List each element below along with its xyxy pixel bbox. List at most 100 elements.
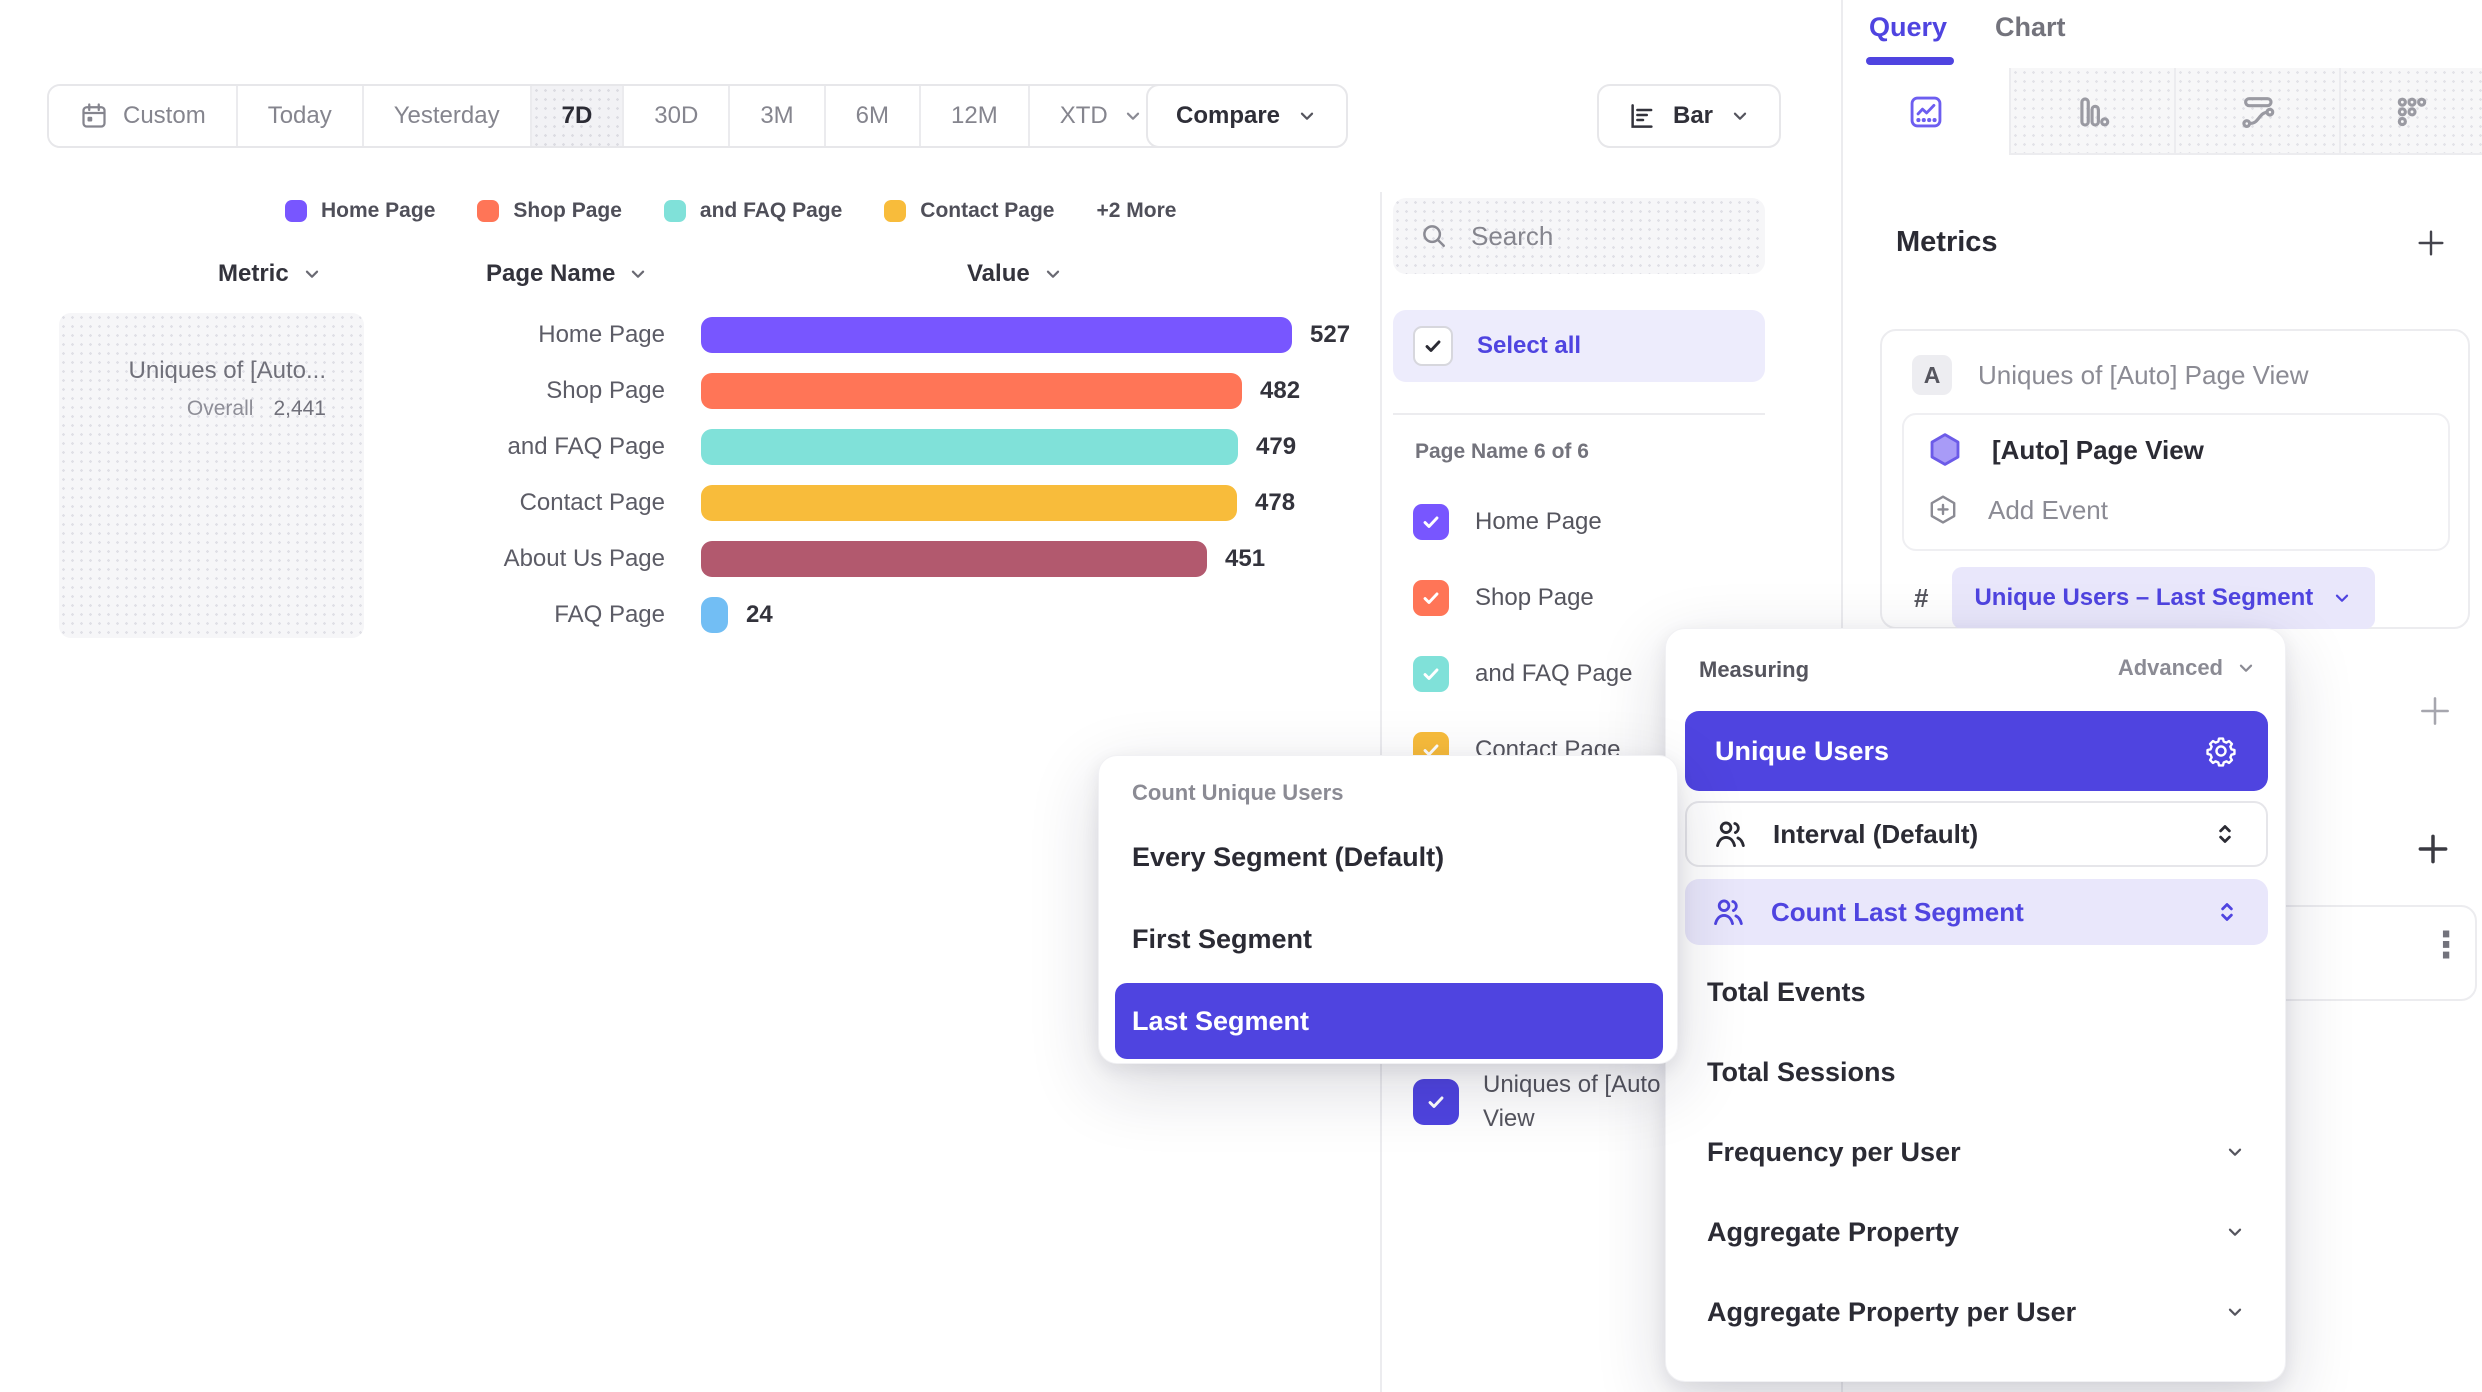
chart-row-label: About Us Page bbox=[0, 545, 665, 573]
add-event-label: Add Event bbox=[1988, 495, 2108, 526]
page-name-column-header[interactable]: Page Name bbox=[486, 260, 649, 288]
checkbox-checked[interactable] bbox=[1413, 656, 1449, 692]
measuring-option[interactable]: Total Events bbox=[1707, 952, 2246, 1032]
filter-item[interactable]: Home Page bbox=[1413, 504, 1632, 540]
measuring-option-label: Frequency per User bbox=[1707, 1137, 1961, 1168]
stepper-icon[interactable] bbox=[2210, 819, 2240, 849]
legend-item[interactable]: Home Page bbox=[285, 199, 435, 223]
segment-option-label: First Segment bbox=[1132, 924, 1312, 955]
tab-flows[interactable] bbox=[2176, 68, 2341, 155]
date-range-label: Custom bbox=[123, 102, 206, 130]
gear-icon[interactable] bbox=[2204, 734, 2238, 768]
legend-more-label[interactable]: +2 More bbox=[1096, 199, 1176, 223]
chart-type-dropdown[interactable]: Bar bbox=[1597, 84, 1781, 148]
add-metric-button[interactable] bbox=[2414, 226, 2448, 260]
date-range-today[interactable]: Today bbox=[238, 86, 364, 146]
bar-chart: Home Page 527 Shop Page 482 and FAQ Page… bbox=[0, 307, 1350, 643]
select-all-row[interactable]: Select all bbox=[1393, 310, 1765, 382]
chart-row-bar[interactable] bbox=[701, 597, 728, 633]
checkbox-checked[interactable] bbox=[1413, 1079, 1459, 1125]
tab-chart[interactable]: Chart bbox=[1995, 12, 2066, 43]
chart-row-bar[interactable] bbox=[701, 541, 1207, 577]
chart-row-label: FAQ Page bbox=[0, 601, 665, 629]
filter-list: Home Page Shop Page and FAQ Page Contact… bbox=[1413, 504, 1632, 768]
date-range-7d[interactable]: 7D bbox=[532, 86, 625, 146]
tab-query[interactable]: Query bbox=[1869, 12, 1947, 43]
add-breakdown-button[interactable] bbox=[2414, 830, 2452, 868]
measuring-option-label: Total Sessions bbox=[1707, 1057, 1896, 1088]
legend-item[interactable]: and FAQ Page bbox=[664, 199, 842, 223]
date-range-12m[interactable]: 12M bbox=[921, 86, 1030, 146]
segment-option-label: Last Segment bbox=[1132, 1006, 1309, 1037]
chart-row-value: 478 bbox=[1255, 489, 1295, 517]
calendar-icon bbox=[79, 101, 109, 131]
checkbox-checked[interactable] bbox=[1413, 580, 1449, 616]
chevron-down-icon bbox=[1042, 263, 1064, 285]
chart-row: FAQ Page 24 bbox=[0, 587, 1350, 643]
segment-option-label: Every Segment (Default) bbox=[1132, 842, 1444, 873]
checkbox-checked[interactable] bbox=[1413, 504, 1449, 540]
legend-swatch bbox=[477, 200, 499, 222]
add-filter-button[interactable] bbox=[2416, 692, 2454, 730]
add-event-row[interactable]: Add Event bbox=[1926, 493, 2108, 527]
measuring-option-selected[interactable]: Unique Users bbox=[1685, 711, 2268, 791]
chart-row: About Us Page 451 bbox=[0, 531, 1350, 587]
date-range-6m[interactable]: 6M bbox=[826, 86, 921, 146]
event-card: [Auto] Page View Add Event bbox=[1902, 413, 2450, 551]
chart-row: and FAQ Page 479 bbox=[0, 419, 1350, 475]
date-range-30d[interactable]: 30D bbox=[624, 86, 730, 146]
select-all-checkbox[interactable] bbox=[1413, 326, 1453, 366]
tab-retention[interactable] bbox=[2341, 68, 2482, 155]
date-range-3m[interactable]: 3M bbox=[730, 86, 825, 146]
stepper-icon[interactable] bbox=[2212, 897, 2242, 927]
compare-label: Compare bbox=[1176, 102, 1280, 130]
measurement-dropdown[interactable]: Unique Users – Last Segment bbox=[1952, 567, 2375, 629]
measuring-option[interactable]: Frequency per User bbox=[1707, 1112, 2246, 1192]
filter-count-label: Page Name 6 of 6 bbox=[1415, 440, 1589, 464]
chart-row-bar[interactable] bbox=[701, 317, 1292, 353]
chart-row: Home Page 527 bbox=[0, 307, 1350, 363]
segment-option[interactable]: Every Segment (Default) bbox=[1115, 816, 1663, 898]
legend-item[interactable]: Shop Page bbox=[477, 199, 622, 223]
search-icon bbox=[1419, 221, 1449, 251]
legend-swatch bbox=[884, 200, 906, 222]
metric-definition-title: Uniques of [Auto] Page View bbox=[1978, 360, 2309, 391]
chart-row-value: 482 bbox=[1260, 377, 1300, 405]
chevron-down-icon bbox=[1122, 105, 1144, 127]
legend-swatch bbox=[664, 200, 686, 222]
date-range-label: 6M bbox=[856, 102, 889, 130]
filter-item[interactable]: Shop Page bbox=[1413, 580, 1632, 616]
search-input[interactable] bbox=[1469, 220, 1719, 253]
date-range-label: Yesterday bbox=[394, 102, 500, 130]
segment-option[interactable]: First Segment bbox=[1115, 898, 1663, 980]
date-range-label: 30D bbox=[654, 102, 698, 130]
value-column-header[interactable]: Value bbox=[967, 260, 1064, 288]
advanced-toggle[interactable]: Advanced bbox=[2118, 655, 2257, 681]
event-row[interactable]: [Auto] Page View bbox=[1926, 431, 2204, 469]
metric-column-header[interactable]: Metric bbox=[218, 260, 323, 288]
measuring-option[interactable]: Aggregate Property bbox=[1707, 1192, 2246, 1272]
chart-row-bar[interactable] bbox=[701, 429, 1238, 465]
filter-search[interactable] bbox=[1393, 198, 1765, 274]
metric-badge: A bbox=[1912, 355, 1952, 395]
legend-label: Shop Page bbox=[513, 199, 622, 223]
more-options-button[interactable]: ⋮ bbox=[2428, 924, 2464, 966]
tab-insights[interactable] bbox=[1843, 68, 2011, 155]
segment-option[interactable]: Last Segment bbox=[1115, 983, 1663, 1059]
filter-item[interactable]: and FAQ Page bbox=[1413, 656, 1632, 692]
measuring-option[interactable]: Total Sessions bbox=[1707, 1032, 2246, 1112]
interval-selector[interactable]: Interval (Default) bbox=[1685, 801, 2268, 867]
date-range-custom[interactable]: Custom bbox=[49, 86, 238, 146]
count-segment-selector[interactable]: Count Last Segment bbox=[1685, 879, 2268, 945]
analytics-app: Custom Today Yesterday 7D 30D 3M 6M 12M … bbox=[0, 0, 2482, 1392]
compare-button[interactable]: Compare bbox=[1146, 84, 1348, 148]
measuring-option[interactable]: Aggregate Property per User bbox=[1707, 1272, 2246, 1352]
chart-row-bar[interactable] bbox=[701, 373, 1242, 409]
tab-funnels[interactable] bbox=[2011, 68, 2176, 155]
date-range-yesterday[interactable]: Yesterday bbox=[364, 86, 532, 146]
legend-item[interactable]: Contact Page bbox=[884, 199, 1054, 223]
flows-icon bbox=[2239, 93, 2277, 131]
active-tab-underline bbox=[1866, 57, 1954, 65]
chart-row-bar[interactable] bbox=[701, 485, 1237, 521]
measuring-options-list: Total Events Total Sessions Frequency pe… bbox=[1707, 952, 2246, 1352]
